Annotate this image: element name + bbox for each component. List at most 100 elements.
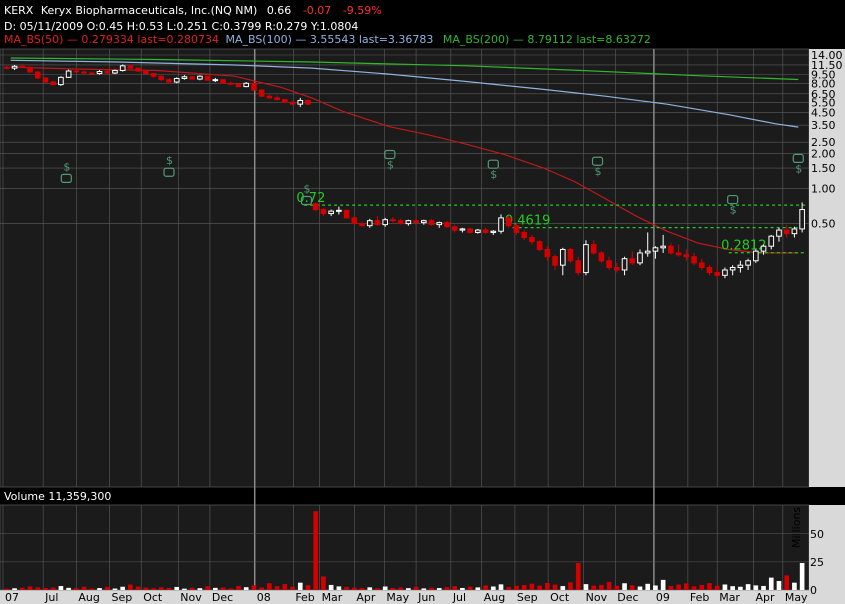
volume-bar — [545, 583, 550, 590]
volume-bar — [599, 584, 604, 590]
candle-body — [567, 248, 574, 262]
candle-body — [467, 228, 473, 233]
candle-body — [189, 76, 195, 80]
volume-bar — [583, 584, 589, 590]
volume-bar — [730, 586, 735, 590]
candle-body — [575, 260, 582, 274]
volume-bar — [112, 588, 118, 590]
price-change: -0.07 — [303, 4, 331, 17]
volume-bar — [591, 585, 596, 590]
candle-body — [328, 210, 334, 215]
candle-body — [258, 89, 265, 97]
volume-bar — [243, 587, 249, 590]
candle-body — [521, 231, 527, 238]
time-tick-label: Feb — [295, 591, 314, 604]
candle-body — [583, 244, 589, 274]
candle-body — [42, 77, 49, 83]
time-tick-label: Dec — [617, 591, 638, 604]
candle-body — [11, 65, 18, 69]
candle-body — [243, 82, 250, 88]
candle-body — [513, 225, 520, 233]
level-label: 0.2812 — [721, 239, 767, 254]
volume-bar — [444, 587, 450, 590]
candle-body — [143, 70, 149, 75]
volume-bar — [297, 582, 303, 590]
volume-bar — [460, 587, 465, 590]
candle-body — [729, 267, 736, 271]
volume-bar — [182, 588, 187, 590]
volume-bar — [668, 585, 674, 590]
candle-body — [490, 230, 497, 233]
candle-body — [58, 76, 64, 86]
volume-bar — [158, 587, 164, 590]
candle-body — [266, 95, 273, 99]
volume-bar — [529, 583, 535, 590]
candle-body — [652, 247, 659, 252]
price-tick-label: 1.00 — [811, 183, 836, 196]
volume-bar — [251, 585, 257, 590]
volume-bar — [506, 587, 512, 590]
volume-bar — [151, 588, 156, 590]
volume-bar — [722, 584, 728, 590]
time-tick-label: Nov — [180, 591, 202, 604]
candle-body — [444, 222, 450, 228]
candle-body — [436, 222, 443, 226]
volume-bar — [267, 583, 272, 590]
volume-bar — [228, 588, 234, 590]
price-tick-label: 2.00 — [811, 147, 836, 160]
volume-bar — [336, 586, 342, 590]
volume-bar — [792, 582, 797, 590]
candle-body — [359, 223, 365, 227]
candle-body — [420, 220, 427, 224]
candle-body — [197, 75, 203, 80]
candle-body — [251, 82, 257, 91]
candle-body — [366, 220, 373, 227]
candle-body — [204, 75, 211, 81]
candle-body — [683, 254, 690, 258]
volume-bar — [429, 587, 434, 590]
volume-bar — [290, 586, 295, 590]
volume-bar — [753, 585, 759, 590]
volume-bar — [104, 587, 110, 590]
candle-body — [312, 203, 319, 211]
candle-body — [629, 258, 636, 264]
candle-body — [390, 219, 396, 222]
volume-bar — [236, 585, 241, 590]
volume-bar — [135, 586, 141, 590]
candle-body — [536, 241, 543, 250]
volume-bar — [313, 511, 319, 590]
candle-body — [289, 101, 296, 105]
ma100-legend: MA_BS(100) — 3.55543 last=3.36783 — [225, 33, 433, 46]
time-tick-label: May — [386, 591, 409, 604]
candle-body — [428, 220, 435, 226]
last-price: 0.66 — [267, 4, 292, 17]
candle-body — [459, 228, 466, 231]
candle-body — [119, 65, 126, 72]
volume-bar — [606, 581, 612, 590]
volume-bar — [97, 588, 102, 590]
volume-bar — [120, 586, 125, 590]
candle-body — [96, 71, 103, 75]
candle-body — [81, 71, 87, 74]
volume-bar — [676, 584, 681, 590]
volume-bar — [707, 583, 712, 590]
candle-body — [227, 82, 234, 85]
volume-bar — [382, 586, 388, 590]
time-tick-label: Aug — [78, 591, 99, 604]
volume-bar — [359, 587, 365, 590]
candle-body — [150, 73, 157, 77]
time-tick-label: Jul — [452, 591, 466, 604]
price-tick-label: 0.50 — [811, 218, 836, 231]
volume-bar — [436, 588, 442, 590]
volume-bar — [166, 587, 172, 590]
price-chart[interactable]: KERX Keryx Biopharmaceuticals, Inc.(NQ N… — [0, 0, 845, 604]
candle-body — [559, 248, 566, 266]
volume-tick-label: 50 — [810, 528, 824, 541]
dollar-icon: $ — [730, 204, 737, 217]
volume-bar — [660, 579, 666, 590]
volume-bar — [128, 584, 133, 590]
candle-body — [722, 269, 728, 276]
candle-body — [698, 262, 705, 269]
dollar-icon: $ — [795, 162, 802, 175]
volume-bar — [351, 587, 357, 590]
